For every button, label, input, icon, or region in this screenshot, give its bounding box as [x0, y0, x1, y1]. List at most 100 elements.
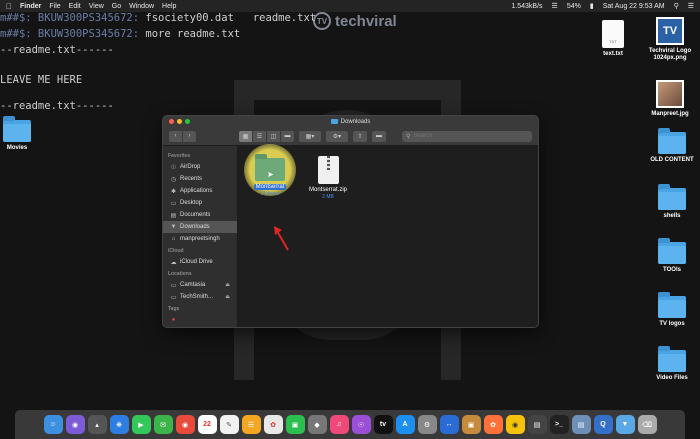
dock-music-icon[interactable]: ♫ — [329, 415, 349, 434]
forward-button[interactable]: › — [183, 130, 196, 142]
dock-tv-icon[interactable]: tv — [373, 415, 393, 434]
tags-button[interactable]: ▬ — [372, 130, 386, 142]
dock-firefox-icon[interactable]: ✿ — [483, 415, 503, 434]
terminal-line: m##$: BKUW300PS345672: fsociety00.dat re… — [0, 12, 317, 24]
dock-calendar-icon[interactable]: 22 — [197, 415, 217, 434]
dock-reminders-icon[interactable]: ☰ — [241, 415, 261, 434]
dock-podcasts-icon[interactable]: ☉ — [351, 415, 371, 434]
list-view-button[interactable]: ☰ — [253, 130, 266, 142]
sidebar-item-camtasia[interactable]: ▭ Camtasia ⏏ — [163, 279, 237, 291]
desktop-item-label: TV logos — [659, 321, 685, 327]
dock-notes-icon[interactable]: ✎ — [219, 415, 239, 434]
sidebar-item-airdrop[interactable]: ☉ AirDrop — [163, 161, 237, 173]
finder-content: Montserrat 11 items ➤ Montserrat.zip 2 M… — [238, 144, 538, 327]
clock[interactable]: Sat Aug 22 9:53 AM — [603, 3, 665, 10]
menu-edit[interactable]: Edit — [69, 3, 81, 10]
sidebar-item-desktop[interactable]: ▭ Desktop — [163, 197, 237, 209]
file-size: 2 MB — [322, 194, 334, 200]
menu-view[interactable]: View — [89, 3, 104, 10]
desktop-item-label: OLD CONTENT — [650, 157, 694, 163]
search-field[interactable]: ⚲ — [402, 130, 532, 142]
icon-view-button[interactable]: ▦ — [239, 130, 252, 142]
action-gear-button[interactable]: ⚙▾ — [326, 130, 348, 142]
dock-app-store-icon[interactable]: A — [395, 415, 415, 434]
desktop-item-label: Techviral Logo 1024px.png — [648, 48, 692, 61]
dock-system-preferences-icon[interactable]: ⚙ — [417, 415, 437, 434]
wifi-icon[interactable]: ☰ — [552, 2, 558, 10]
desktop-folder-shells[interactable]: shells — [637, 184, 700, 220]
menu-status-area: 1.543kB/s ☰ 54% ▮ Sat Aug 22 9:53 AM ⚲ ☰ — [511, 2, 694, 11]
dock-teamviewer-icon[interactable]: ↔ — [439, 415, 459, 434]
eject-icon[interactable]: ⏏ — [225, 282, 230, 288]
dock-safari-icon[interactable]: ❋ — [109, 415, 129, 434]
dock-trash-icon[interactable]: ⌫ — [637, 415, 657, 434]
disk-icon: ▭ — [170, 294, 177, 301]
battery-icon: ▮ — [589, 3, 594, 10]
column-view-button[interactable]: ◫ — [267, 130, 280, 142]
sidebar-item-techsmith[interactable]: ▭ TechSmith... ⏏ — [163, 291, 237, 303]
desktop-folder-movies[interactable]: Movies — [0, 116, 52, 152]
desktop-folder-tv-logos[interactable]: TV logos — [637, 292, 700, 328]
notification-center-icon[interactable]: ☰ — [688, 2, 694, 10]
disk-icon: ▭ — [170, 282, 177, 289]
dock-preview-icon[interactable]: ▤ — [571, 415, 591, 434]
sidebar-item-icloud-drive[interactable]: ☁ iCloud Drive — [163, 256, 237, 268]
desktop-item-label: shells — [663, 213, 681, 219]
file-size: 11 items — [260, 191, 280, 197]
desktop-folder-video-files[interactable]: Video Files — [637, 346, 700, 382]
sidebar-item-recents[interactable]: ◷ Recents — [163, 173, 237, 185]
dock-messages-icon[interactable]: ✉ — [153, 415, 173, 434]
desktop-folder-old-content[interactable]: OLD CONTENT — [637, 128, 700, 164]
dock-photo-booth-icon[interactable]: ◉ — [175, 415, 195, 434]
dock-archive-utility-icon[interactable]: ▣ — [461, 415, 481, 434]
dock-activity-monitor-icon[interactable]: ▤ — [527, 415, 547, 434]
tv-logo-icon: TV — [656, 17, 684, 45]
folder-icon — [658, 292, 686, 318]
share-button[interactable]: ⇧ — [353, 130, 367, 142]
menu-help[interactable]: Help — [162, 3, 176, 10]
dock-terminal-icon[interactable]: >_ — [549, 415, 569, 434]
file-item-montserrat-zip[interactable]: Montserrat.zip 2 MB — [298, 156, 358, 200]
dock-bluestacks-icon[interactable]: ◆ — [307, 415, 327, 434]
menu-go[interactable]: Go — [112, 3, 121, 10]
zoom-button[interactable] — [185, 119, 190, 124]
gallery-view-button[interactable]: ▬ — [281, 130, 294, 142]
dock-finder-icon[interactable]: ☺ — [43, 415, 63, 434]
sidebar-item-home[interactable]: ⌂ manpreetsingh — [163, 233, 237, 245]
desktop-folder-tools[interactable]: TOOls — [637, 238, 700, 274]
view-mode-buttons: ▦ ☰ ◫ ▬ — [239, 130, 294, 142]
battery-percent[interactable]: 54% — [567, 3, 581, 10]
menu-app-name[interactable]: Finder — [20, 3, 41, 10]
file-name: Montserrat.zip — [308, 187, 347, 193]
close-button[interactable] — [169, 119, 174, 124]
menu-window[interactable]: Window — [129, 3, 154, 10]
dock-chrome-icon[interactable]: ◉ — [505, 415, 525, 434]
dock-launchpad-icon[interactable]: ▴ — [87, 415, 107, 434]
desktop-file-manpreet[interactable]: Manpreet.jpg — [635, 80, 700, 118]
dock-downloads-stack-icon[interactable]: ▼ — [615, 415, 635, 434]
dock-camtasia-icon[interactable]: ▣ — [285, 415, 305, 434]
dock-facetime-icon[interactable]: ▶ — [131, 415, 151, 434]
sidebar-item-applications[interactable]: ✱ Applications — [163, 185, 237, 197]
text-document-icon: TXT — [602, 20, 624, 48]
group-button[interactable]: ▦▾ — [299, 130, 321, 142]
desktop-icon: ▭ — [170, 200, 177, 207]
apple-icon[interactable]:  — [6, 2, 12, 11]
sidebar-item-documents[interactable]: ▤ Documents — [163, 209, 237, 221]
spotlight-icon[interactable]: ⚲ — [674, 2, 679, 10]
dock-photos-icon[interactable]: ✿ — [263, 415, 283, 434]
dock-quicktime-icon[interactable]: Q — [593, 415, 613, 434]
photo-thumbnail-icon — [656, 80, 684, 108]
sidebar-item-tag-red[interactable]: ● — [163, 314, 237, 326]
finder-titlebar[interactable]: Downloads — [163, 116, 538, 127]
eject-icon[interactable]: ⏏ — [225, 294, 230, 300]
file-name: Montserrat — [253, 184, 287, 190]
desktop-file-techviral-logo[interactable]: TV Techviral Logo 1024px.png — [635, 17, 700, 62]
sidebar-item-downloads[interactable]: ▼ Downloads — [163, 221, 237, 233]
minimize-button[interactable] — [177, 119, 182, 124]
back-button[interactable]: ‹ — [169, 130, 182, 142]
menu-file[interactable]: File — [49, 3, 60, 10]
search-input[interactable] — [413, 133, 528, 139]
terminal-line: m##$: BKUW300PS345672: more readme.txt — [0, 28, 241, 40]
dock-siri-icon[interactable]: ◉ — [65, 415, 85, 434]
